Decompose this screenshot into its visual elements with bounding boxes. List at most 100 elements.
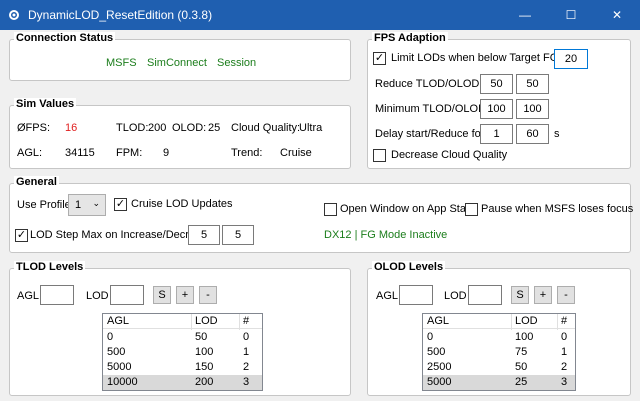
pause-focus-checkbox[interactable] [465,203,478,216]
cell-lod: 25 [515,376,528,388]
tlod-add-button[interactable]: + [176,286,194,304]
cell-index: 0 [561,331,568,343]
delay-unit: s [554,128,560,140]
group-title: TLOD Levels [14,261,86,273]
cell-lod: 100 [195,346,214,358]
fps-adaption-group: FPS Adaption ✓ Limit LODs when below Tar… [367,32,631,169]
tlod-agl-input[interactable] [40,285,74,305]
sim-values-group: Sim Values ØFPS: 16 TLOD: 200 OLOD: 25 C… [9,98,351,169]
cloud-quality-value: Ultra [299,122,323,134]
olod-levels-group: OLOD Levels AGL LOD S + - AGL LOD # 0 10… [367,261,631,396]
reduce-tlod-input[interactable]: 50 [480,74,513,94]
table-row[interactable]: 5000 150 2 [103,360,262,375]
table-row[interactable]: 0 50 0 [103,330,262,345]
trend-label: Trend: [231,147,263,159]
dx-status: DX12 | FG Mode Inactive [324,229,448,241]
olod-label: OLOD: [172,122,207,134]
decrease-cloud-label: Decrease Cloud Quality [391,149,508,161]
olod-agl-label: AGL [376,290,399,302]
table-row[interactable]: 500 75 1 [423,345,575,360]
step-decrease-input[interactable]: 5 [222,225,254,245]
step-increase-input[interactable]: 5 [188,225,220,245]
table-header: AGL LOD # [103,314,262,330]
min-olod-input[interactable]: 100 [516,99,549,119]
group-title: General [14,176,59,188]
profile-select-value: 1 [75,199,82,211]
tlod-lod-label: LOD [86,290,109,302]
cell-lod: 150 [195,361,214,373]
target-fps-input[interactable]: 20 [554,49,588,69]
tlod-table[interactable]: AGL LOD # 0 50 0 500 100 1 5000 150 2 10… [102,313,263,391]
connection-status-group: Connection Status MSFS SimConnect Sessio… [9,32,351,81]
olod-agl-input[interactable] [399,285,433,305]
table-row-selected[interactable]: 5000 25 3 [423,375,575,390]
lod-step-checkbox[interactable]: ✓ [15,229,28,242]
session-status: Session [217,57,257,69]
column-header-index: # [243,315,250,327]
tlod-remove-button[interactable]: - [199,286,217,304]
delay-start-input[interactable]: 1 [480,124,513,144]
cell-lod: 75 [515,346,528,358]
open-window-checkbox[interactable] [324,203,337,216]
reduce-lod-label: Reduce TLOD/OLOD by [375,78,495,90]
tlod-label: TLOD: [116,122,149,134]
cell-lod: 100 [515,331,534,343]
lod-step-label: LOD Step Max on Increase/Decrease [30,229,213,241]
title-bar: DynamicLOD_ResetEdition (0.3.8) — ☐ ✕ [0,0,640,30]
maximize-button[interactable]: ☐ [548,0,594,30]
msfs-status: MSFS [106,57,137,69]
check-icon: ✓ [16,229,27,241]
table-row[interactable]: 500 100 1 [103,345,262,360]
olod-set-button[interactable]: S [511,286,529,304]
table-row[interactable]: 0 100 0 [423,330,575,345]
reduce-olod-input[interactable]: 50 [516,74,549,94]
cell-agl: 0 [427,331,434,343]
cell-agl: 5000 [427,376,452,388]
cell-agl: 0 [107,331,114,343]
cell-agl: 500 [107,346,126,358]
cruise-lod-checkbox[interactable]: ✓ [114,198,127,211]
cell-agl: 2500 [427,361,452,373]
cell-index: 1 [243,346,250,358]
table-row-selected[interactable]: 10000 200 3 [103,375,262,390]
olod-add-button[interactable]: + [534,286,552,304]
tlod-value: 200 [148,122,167,134]
column-header-index: # [561,315,568,327]
group-title: Sim Values [14,98,77,110]
column-header-agl: AGL [107,315,130,327]
pause-focus-label: Pause when MSFS loses focus [481,203,634,215]
open-window-label: Open Window on App Start [340,203,473,215]
simconnect-status: SimConnect [147,57,207,69]
olod-table[interactable]: AGL LOD # 0 100 0 500 75 1 2500 50 2 500… [422,313,576,391]
olod-remove-button[interactable]: - [557,286,575,304]
table-row[interactable]: 2500 50 2 [423,360,575,375]
profile-select[interactable]: 1 ⌄ [68,194,106,216]
cell-agl: 10000 [107,376,138,388]
minimize-button[interactable]: — [502,0,548,30]
gear-icon [6,7,22,23]
main-client: Connection Status MSFS SimConnect Sessio… [0,30,640,401]
cell-index: 3 [243,376,250,388]
column-header-agl: AGL [427,315,450,327]
agl-label: AGL: [17,147,43,159]
minimum-lod-label: Minimum TLOD/OLOD [375,103,487,115]
cell-lod: 200 [195,376,214,388]
fps-label: ØFPS: [17,122,51,134]
olod-lod-label: LOD [444,290,467,302]
cell-index: 2 [561,361,568,373]
cruise-lod-label: Cruise LOD Updates [131,198,233,210]
general-group: General Use Profile 1 ⌄ ✓ Cruise LOD Upd… [9,176,634,253]
tlod-lod-input[interactable] [110,285,144,305]
close-button[interactable]: ✕ [594,0,640,30]
decrease-cloud-checkbox[interactable] [373,149,386,162]
cell-lod: 50 [195,331,208,343]
cell-index: 1 [561,346,568,358]
delay-reduce-input[interactable]: 60 [516,124,549,144]
tlod-set-button[interactable]: S [153,286,171,304]
column-header-lod: LOD [195,315,218,327]
limit-lods-checkbox[interactable]: ✓ [373,52,386,65]
olod-lod-input[interactable] [468,285,502,305]
min-tlod-input[interactable]: 100 [480,99,513,119]
group-title: OLOD Levels [372,261,446,273]
chevron-down-icon: ⌄ [92,198,100,208]
